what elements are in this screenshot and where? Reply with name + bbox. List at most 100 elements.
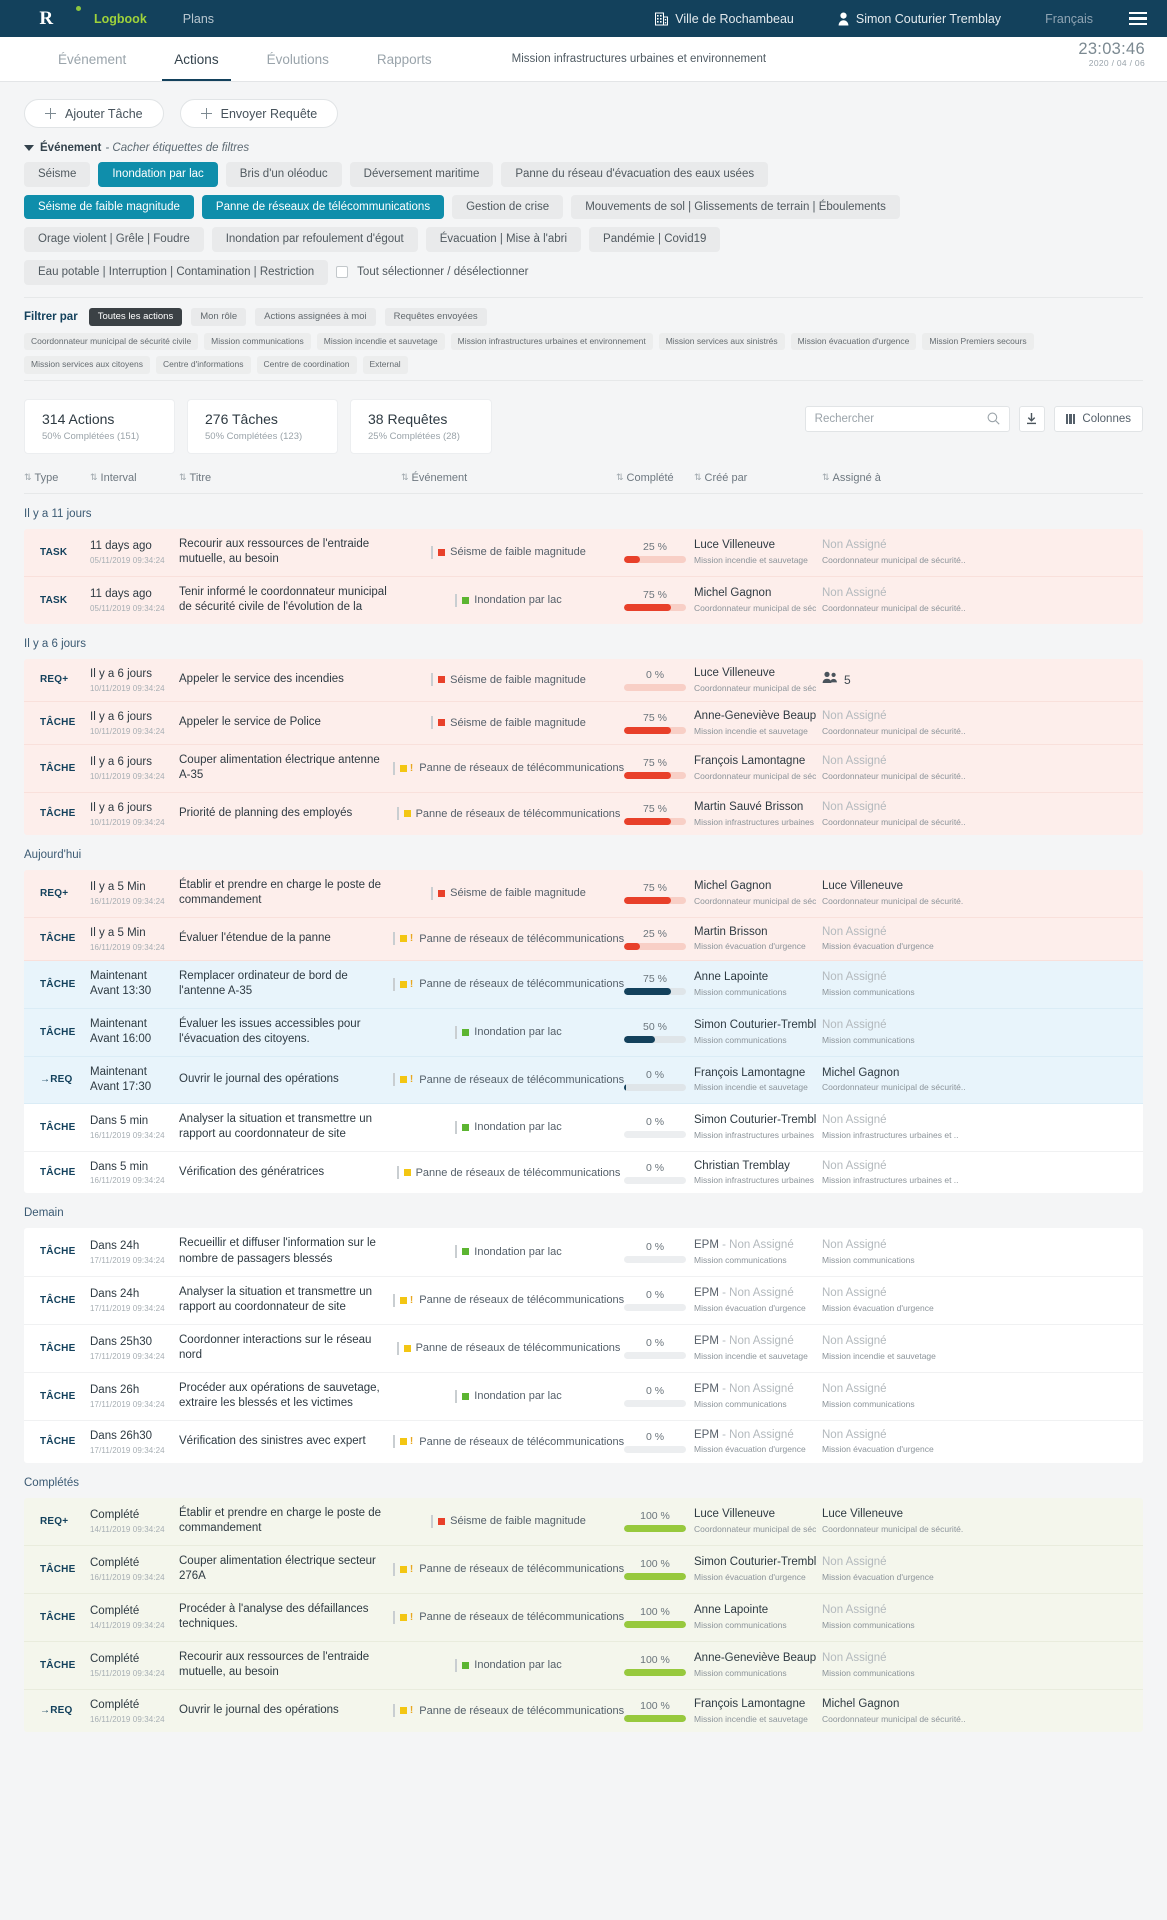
table-row[interactable]: REQ+ Complété 14/11/2019 09:34:24 Établir e… bbox=[24, 1497, 1143, 1546]
event-tag[interactable]: Panne du réseau d'évacuation des eaux us… bbox=[501, 162, 769, 187]
download-button[interactable] bbox=[1018, 405, 1045, 432]
column-header-interval[interactable]: ⇅ Interval bbox=[90, 472, 179, 484]
table-row[interactable]: TÂCHE Dans 5 min 16/11/2019 09:34:24 Analys… bbox=[24, 1103, 1143, 1152]
cell-title[interactable]: Remplacer ordinateur de bord de l'antenn… bbox=[179, 969, 401, 1000]
table-row[interactable]: TÂCHE Maintenant Avant 13:30 Remplacer ordi… bbox=[24, 960, 1143, 1009]
event-tag[interactable]: Bris d'un oléoduc bbox=[225, 162, 342, 187]
table-row[interactable]: TÂCHE Complété 16/11/2019 09:34:24 Couper a… bbox=[24, 1545, 1143, 1594]
cell-title[interactable]: Procéder à l'analyse des défaillances te… bbox=[179, 1602, 401, 1633]
column-header-assigned-to[interactable]: ⇅ Assigné à bbox=[822, 472, 1143, 484]
table-row[interactable]: TÂCHE Dans 26h 17/11/2019 09:34:24 Procéder… bbox=[24, 1372, 1143, 1421]
send-request-button[interactable]: Envoyer Requête bbox=[179, 99, 339, 128]
table-row[interactable]: REQ+ Il y a 6 jours 10/11/2019 09:34:24 App… bbox=[24, 658, 1143, 702]
assignee-group[interactable]: 5 bbox=[822, 671, 1143, 689]
event-tag[interactable]: Séisme de faible magnitude bbox=[24, 194, 194, 220]
filter-chip-sent-requests[interactable]: Requêtes envoyées bbox=[384, 307, 487, 326]
mission-chip[interactable]: Centre de coordination bbox=[256, 356, 357, 374]
table-row[interactable]: TÂCHE Il y a 6 jours 10/11/2019 09:34:24 Co… bbox=[24, 744, 1143, 793]
mission-chip[interactable]: Mission communications bbox=[204, 333, 311, 351]
mission-chip[interactable]: Mission services aux citoyens bbox=[24, 356, 150, 374]
cell-title[interactable]: Couper alimentation électrique antenne A… bbox=[179, 753, 401, 784]
table-row[interactable]: TÂCHE Complété 15/11/2019 09:34:24 Recourir… bbox=[24, 1641, 1143, 1690]
cell-title[interactable]: Établir et prendre en charge le poste de… bbox=[179, 1506, 401, 1537]
mission-chip[interactable]: Mission incendie et sauvetage bbox=[316, 333, 445, 351]
cell-title[interactable]: Procéder aux opérations de sauvetage, ex… bbox=[179, 1381, 401, 1412]
filters-header[interactable]: Événement - Cacher étiquettes de filtres bbox=[24, 142, 1143, 154]
table-row[interactable]: TÂCHE Dans 26h30 17/11/2019 09:34:24 Vérifi… bbox=[24, 1420, 1143, 1463]
table-row[interactable]: TASK 11 days ago 05/11/2019 09:34:24 Tenir … bbox=[24, 576, 1143, 624]
search-box[interactable] bbox=[804, 405, 1010, 432]
cell-title[interactable]: Coordonner interactions sur le réseau no… bbox=[179, 1333, 401, 1364]
user-menu[interactable]: Simon Couturier Tremblay bbox=[816, 12, 1023, 26]
stat-card-tasks[interactable]: 276 Tâches 50% Complétées (123) bbox=[187, 398, 338, 454]
table-row[interactable]: TÂCHE Il y a 6 jours 10/11/2019 09:34:24 Ap… bbox=[24, 701, 1143, 745]
cell-title[interactable]: Priorité de planning des employés bbox=[179, 801, 401, 827]
cell-title[interactable]: Tenir informé le coordonnateur municipal… bbox=[179, 585, 401, 616]
columns-button[interactable]: Colonnes bbox=[1053, 405, 1143, 432]
cell-title[interactable]: Ouvrir le journal des opérations bbox=[179, 1698, 401, 1724]
cell-title[interactable]: Recourir aux ressources de l'entraide mu… bbox=[179, 537, 401, 568]
cell-title[interactable]: Appeler le service de Police bbox=[179, 710, 401, 736]
cell-title[interactable]: Appeler le service des incendies bbox=[179, 667, 401, 693]
mission-chip[interactable]: Centre d'informations bbox=[155, 356, 251, 374]
cell-title[interactable]: Analyser la situation et transmettre un … bbox=[179, 1285, 401, 1316]
event-tag[interactable]: Gestion de crise bbox=[452, 194, 564, 220]
app-logo[interactable]: R bbox=[16, 5, 81, 30]
column-header-created-by[interactable]: ⇅ Créé par bbox=[694, 472, 822, 484]
search-input[interactable] bbox=[814, 412, 987, 425]
table-row[interactable]: TÂCHE Dans 25h30 17/11/2019 09:34:24 Coordo… bbox=[24, 1324, 1143, 1373]
table-row[interactable]: →REQ Complété 16/11/2019 09:34:24 Ouvrir le… bbox=[24, 1689, 1143, 1732]
cell-title[interactable]: Recourir aux ressources de l'entraide mu… bbox=[179, 1650, 401, 1681]
stat-card-actions[interactable]: 314 Actions 50% Complétées (151) bbox=[24, 398, 175, 454]
mission-chip[interactable]: Coordonnateur municipal de sécurité civi… bbox=[24, 333, 199, 351]
filter-chip-all-actions[interactable]: Toutes les actions bbox=[88, 307, 183, 326]
table-row[interactable]: TÂCHE Maintenant Avant 16:00 Évaluer les is… bbox=[24, 1008, 1143, 1057]
search-icon[interactable] bbox=[987, 412, 1000, 425]
tab-evolutions[interactable]: Évolutions bbox=[243, 37, 353, 81]
cell-title[interactable]: Vérification des sinistres avec expert bbox=[179, 1429, 401, 1455]
stat-card-requests[interactable]: 38 Requêtes 25% Complétées (28) bbox=[350, 398, 492, 454]
event-tag[interactable]: Eau potable | Interruption | Contaminati… bbox=[24, 259, 329, 285]
table-row[interactable]: TÂCHE Dans 24h 17/11/2019 09:34:24 Recueill… bbox=[24, 1228, 1143, 1277]
table-row[interactable]: TÂCHE Complété 14/11/2019 09:34:24 Procéder… bbox=[24, 1593, 1143, 1642]
cell-title[interactable]: Évaluer l'étendue de la panne bbox=[179, 926, 401, 952]
event-tag[interactable]: Panne de réseaux de télécommunications bbox=[201, 194, 445, 220]
hamburger-icon[interactable] bbox=[1115, 11, 1151, 26]
city-selector[interactable]: Ville de Rochambeau bbox=[633, 12, 816, 26]
column-header-completed[interactable]: ⇅ Complété bbox=[616, 472, 694, 484]
filter-chip-my-role[interactable]: Mon rôle bbox=[191, 307, 247, 326]
event-tag[interactable]: Séisme bbox=[24, 162, 91, 187]
tab-rapports[interactable]: Rapports bbox=[353, 37, 456, 81]
filter-chip-assigned-to-me[interactable]: Actions assignées à moi bbox=[255, 307, 376, 326]
nav-link-plans[interactable]: Plans bbox=[165, 12, 232, 26]
select-all-toggle[interactable]: Tout sélectionner / désélectionner bbox=[336, 260, 529, 285]
table-row[interactable]: TASK 11 days ago 05/11/2019 09:34:24 Recour… bbox=[24, 528, 1143, 577]
cell-title[interactable]: Analyser la situation et transmettre un … bbox=[179, 1112, 401, 1143]
event-tag[interactable]: Mouvements de sol | Glissements de terra… bbox=[571, 194, 900, 220]
table-row[interactable]: TÂCHE Dans 5 min 16/11/2019 09:34:24 Vérifi… bbox=[24, 1151, 1143, 1194]
event-tag[interactable]: Orage violent | Grêle | Foudre bbox=[24, 227, 204, 252]
tab-evenement[interactable]: Événement bbox=[34, 37, 150, 81]
column-header-event[interactable]: ⇅ Événement bbox=[401, 472, 616, 484]
event-tag[interactable]: Évacuation | Mise à l'abri bbox=[425, 227, 582, 252]
nav-link-logbook[interactable]: Logbook bbox=[76, 12, 165, 26]
cell-title[interactable]: Recueillir et diffuser l'information sur… bbox=[179, 1236, 401, 1267]
language-selector[interactable]: Français bbox=[1023, 12, 1115, 26]
column-header-type[interactable]: ⇅ Type bbox=[24, 472, 90, 484]
cell-title[interactable]: Établir et prendre en charge le poste de… bbox=[179, 878, 401, 909]
table-row[interactable]: TÂCHE Il y a 6 jours 10/11/2019 09:34:24 Pr… bbox=[24, 792, 1143, 835]
mission-chip[interactable]: Mission infrastructures urbaines et envi… bbox=[450, 333, 653, 351]
table-row[interactable]: →REQ Maintenant Avant 17:30 Ouvrir le journ… bbox=[24, 1056, 1143, 1104]
cell-title[interactable]: Évaluer les issues accessibles pour l'év… bbox=[179, 1017, 401, 1048]
mission-chip[interactable]: External bbox=[362, 356, 408, 374]
table-row[interactable]: REQ+ Il y a 5 Min 16/11/2019 09:34:24 Établ… bbox=[24, 869, 1143, 918]
add-task-button[interactable]: Ajouter Tâche bbox=[24, 99, 164, 128]
cell-title[interactable]: Vérification des génératrices bbox=[179, 1160, 401, 1186]
mission-chip[interactable]: Mission évacuation d'urgence bbox=[790, 333, 917, 351]
select-all-checkbox[interactable] bbox=[336, 266, 349, 279]
event-tag[interactable]: Déversement maritime bbox=[349, 162, 494, 187]
event-tag[interactable]: Inondation par lac bbox=[98, 162, 218, 187]
table-row[interactable]: TÂCHE Dans 24h 17/11/2019 09:34:24 Analyser… bbox=[24, 1276, 1143, 1325]
cell-title[interactable]: Ouvrir le journal des opérations bbox=[179, 1065, 401, 1095]
tab-actions[interactable]: Actions bbox=[150, 37, 242, 81]
